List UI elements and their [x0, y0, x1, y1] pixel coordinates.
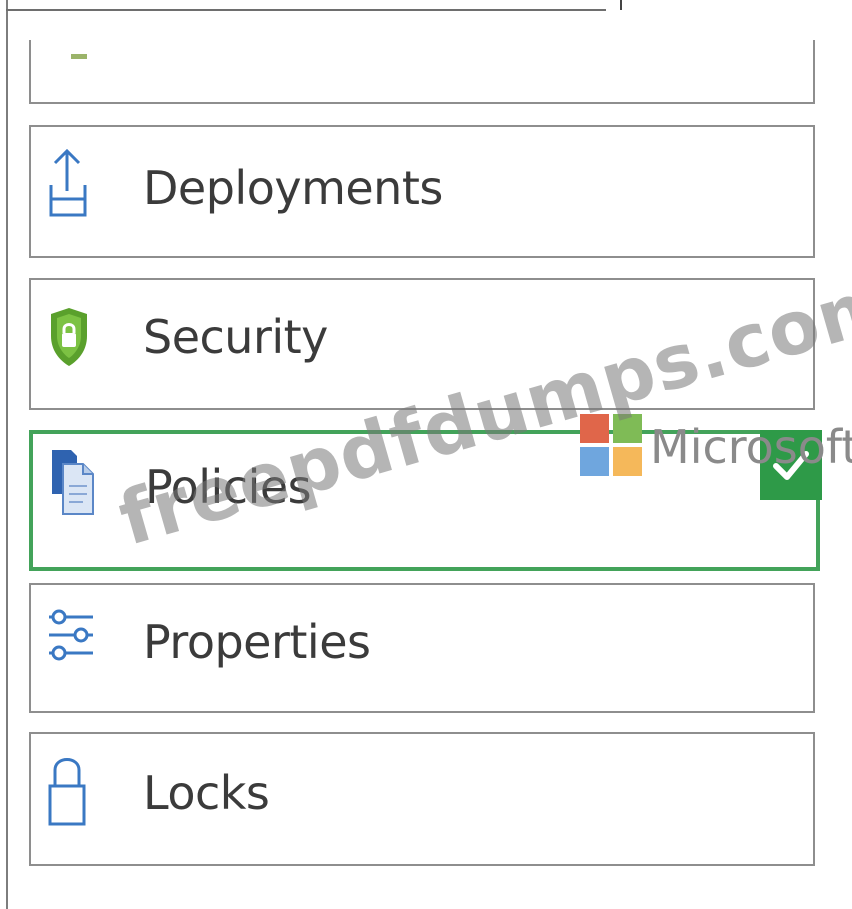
- resource-menu-screenshot: Deployments Security Policies Properties…: [0, 0, 852, 909]
- menu-item-properties-label: Properties: [143, 615, 371, 669]
- documents-icon: [49, 446, 94, 515]
- lock-icon: [47, 752, 87, 826]
- shield-icon: [47, 306, 87, 366]
- microsoft-logo-icon: [580, 414, 642, 476]
- partial-icon: [47, 40, 87, 90]
- menu-item-deployments[interactable]: Deployments: [29, 125, 815, 258]
- menu-item-security[interactable]: Security: [29, 278, 815, 410]
- menu-item-properties[interactable]: Properties: [29, 583, 815, 713]
- menu-item-deployments-label: Deployments: [143, 161, 443, 215]
- frame-tick: [620, 0, 622, 10]
- microsoft-brand-text: Microsoft: [650, 420, 852, 474]
- menu-item-policies-label: Policies: [145, 460, 312, 514]
- menu-item-security-label: Security: [143, 310, 328, 364]
- sliders-icon: [47, 605, 93, 661]
- menu-item-partial[interactable]: [29, 40, 815, 104]
- menu-item-locks[interactable]: Locks: [29, 732, 815, 866]
- frame-top-border: [6, 9, 606, 11]
- frame-left-border: [6, 0, 8, 909]
- upload-icon: [47, 147, 87, 217]
- menu-item-locks-label: Locks: [143, 766, 270, 820]
